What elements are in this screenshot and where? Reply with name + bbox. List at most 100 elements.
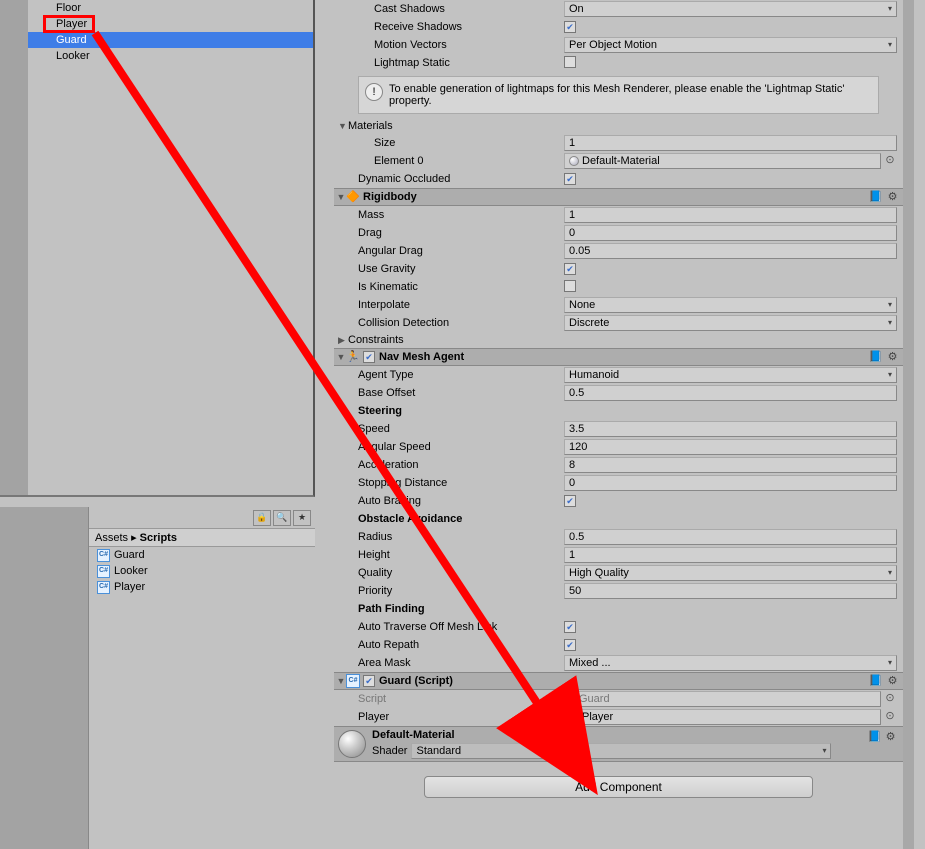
gameobject-icon (569, 712, 579, 722)
constraints-foldout[interactable]: ▶ Constraints (334, 332, 903, 348)
receive-shadows-checkbox[interactable] (564, 21, 576, 33)
object-picker-icon[interactable]: ⊙ (883, 709, 897, 725)
angular-speed-input[interactable]: 120 (564, 439, 897, 455)
hierarchy-item-guard[interactable]: Guard (28, 32, 313, 48)
material-header[interactable]: Default-Material Shader Standard 📘 ⚙ (334, 726, 903, 762)
asset-label: Player (114, 579, 145, 595)
shader-dropdown[interactable]: Standard (411, 743, 831, 759)
agent-type-dropdown[interactable]: Humanoid (564, 367, 897, 383)
breadcrumb-current[interactable]: Scripts (140, 532, 177, 544)
auto-repath-checkbox[interactable] (564, 639, 576, 651)
auto-traverse-checkbox[interactable] (564, 621, 576, 633)
object-picker-icon[interactable]: ⊙ (883, 153, 897, 169)
angular-drag-input[interactable]: 0.05 (564, 243, 897, 259)
lock-icon[interactable]: 🔒 (253, 510, 271, 526)
speed-input[interactable]: 3.5 (564, 421, 897, 437)
breadcrumb-separator: ▸ (131, 532, 137, 544)
fold-icon: ▼ (336, 672, 346, 690)
player-objectfield[interactable]: Player (564, 709, 881, 725)
csharp-icon: C# (346, 674, 360, 688)
drag-input[interactable]: 0 (564, 225, 897, 241)
inspector-scrollbar[interactable] (903, 0, 914, 849)
add-component-button[interactable]: Add Component (424, 776, 813, 798)
steering-subheader: Steering (334, 402, 903, 420)
lightmap-static-checkbox[interactable] (564, 56, 576, 68)
prop-cast-shadows: Cast Shadows On (334, 0, 903, 18)
element0-objectfield[interactable]: Default-Material (564, 153, 881, 169)
inspector-panel: Cast Shadows On Receive Shadows Motion V… (334, 0, 914, 849)
motion-vectors-dropdown[interactable]: Per Object Motion (564, 37, 897, 53)
asset-label: Looker (114, 563, 148, 579)
hierarchy-item-floor[interactable]: Floor (28, 0, 313, 16)
favorite-icon[interactable]: ★ (293, 510, 311, 526)
area-mask-dropdown[interactable]: Mixed ... (564, 655, 897, 671)
fold-icon: ▶ (338, 335, 348, 346)
csharp-icon: C# (97, 581, 110, 594)
acceleration-input[interactable]: 8 (564, 457, 897, 473)
hierarchy-item-looker[interactable]: Looker (28, 48, 313, 64)
stopping-distance-input[interactable]: 0 (564, 475, 897, 491)
guard-enable-checkbox[interactable] (363, 675, 375, 687)
collision-detection-dropdown[interactable]: Discrete (564, 315, 897, 331)
breadcrumb[interactable]: Assets ▸ Scripts (89, 529, 315, 547)
navmeshagent-header[interactable]: ▼ 🏃 Nav Mesh Agent 📘 ⚙ (334, 348, 903, 366)
fold-icon: ▼ (336, 188, 346, 206)
prop-element0: Element 0 Default-Material ⊙ (334, 152, 903, 170)
radius-input[interactable]: 0.5 (564, 529, 897, 545)
material-preview-icon (338, 730, 366, 758)
help-icon[interactable]: 📘 (869, 351, 882, 364)
prop-receive-shadows: Receive Shadows (334, 18, 903, 36)
help-icon[interactable]: 📘 (869, 191, 882, 204)
prop-materials-size: Size 1 (334, 134, 903, 152)
lightmap-info-box: ! To enable generation of lightmaps for … (358, 76, 879, 114)
search-icon[interactable]: 🔍 (273, 510, 291, 526)
prop-motion-vectors: Motion Vectors Per Object Motion (334, 36, 903, 54)
project-asset-list: C# Guard C# Looker C# Player (89, 547, 315, 849)
hierarchy-leftbar (0, 0, 28, 495)
asset-label: Guard (114, 547, 145, 563)
gear-icon[interactable]: ⚙ (886, 675, 899, 688)
breadcrumb-root[interactable]: Assets (95, 532, 128, 544)
csharp-icon: C# (569, 694, 579, 704)
help-icon[interactable]: 📘 (869, 675, 882, 688)
info-icon: ! (365, 83, 383, 101)
obstacle-avoidance-subheader: Obstacle Avoidance (334, 510, 903, 528)
help-icon[interactable]: 📘 (868, 730, 881, 743)
cast-shadows-dropdown[interactable]: On (564, 1, 897, 17)
fold-icon: ▼ (336, 348, 346, 366)
use-gravity-checkbox[interactable] (564, 263, 576, 275)
navmesh-icon: 🏃 (346, 350, 360, 364)
base-offset-input[interactable]: 0.5 (564, 385, 897, 401)
object-picker-icon[interactable]: ⊙ (883, 691, 897, 707)
hierarchy-panel: Floor Player Guard Looker (0, 0, 315, 497)
auto-braking-checkbox[interactable] (564, 495, 576, 507)
prop-lightmap-static: Lightmap Static (334, 54, 903, 72)
dynamic-occluded-checkbox[interactable] (564, 173, 576, 185)
script-objectfield: C# Guard (564, 691, 881, 707)
navmesh-enable-checkbox[interactable] (363, 351, 375, 363)
rigidbody-header[interactable]: ▼ 🔶 Rigidbody 📘 ⚙ (334, 188, 903, 206)
csharp-icon: C# (97, 549, 110, 562)
asset-looker-script[interactable]: C# Looker (89, 563, 315, 579)
gear-icon[interactable]: ⚙ (886, 351, 899, 364)
guard-script-header[interactable]: ▼ C# Guard (Script) 📘 ⚙ (334, 672, 903, 690)
fold-icon: ▼ (338, 121, 348, 131)
mass-input[interactable]: 1 (564, 207, 897, 223)
materials-foldout[interactable]: ▼ Materials (334, 118, 903, 134)
prop-dynamic-occluded: Dynamic Occluded (334, 170, 903, 188)
gear-icon[interactable]: ⚙ (886, 191, 899, 204)
materials-size-input[interactable]: 1 (564, 135, 897, 151)
priority-input[interactable]: 50 (564, 583, 897, 599)
material-name: Default-Material (372, 729, 831, 741)
csharp-icon: C# (97, 565, 110, 578)
gear-icon[interactable]: ⚙ (884, 730, 897, 743)
hierarchy-item-player[interactable]: Player (28, 16, 313, 32)
project-folder-tree[interactable] (0, 507, 89, 849)
is-kinematic-checkbox[interactable] (564, 280, 576, 292)
asset-player-script[interactable]: C# Player (89, 579, 315, 595)
height-input[interactable]: 1 (564, 547, 897, 563)
interpolate-dropdown[interactable]: None (564, 297, 897, 313)
asset-guard-script[interactable]: C# Guard (89, 547, 315, 563)
quality-dropdown[interactable]: High Quality (564, 565, 897, 581)
rigidbody-icon: 🔶 (346, 190, 360, 204)
